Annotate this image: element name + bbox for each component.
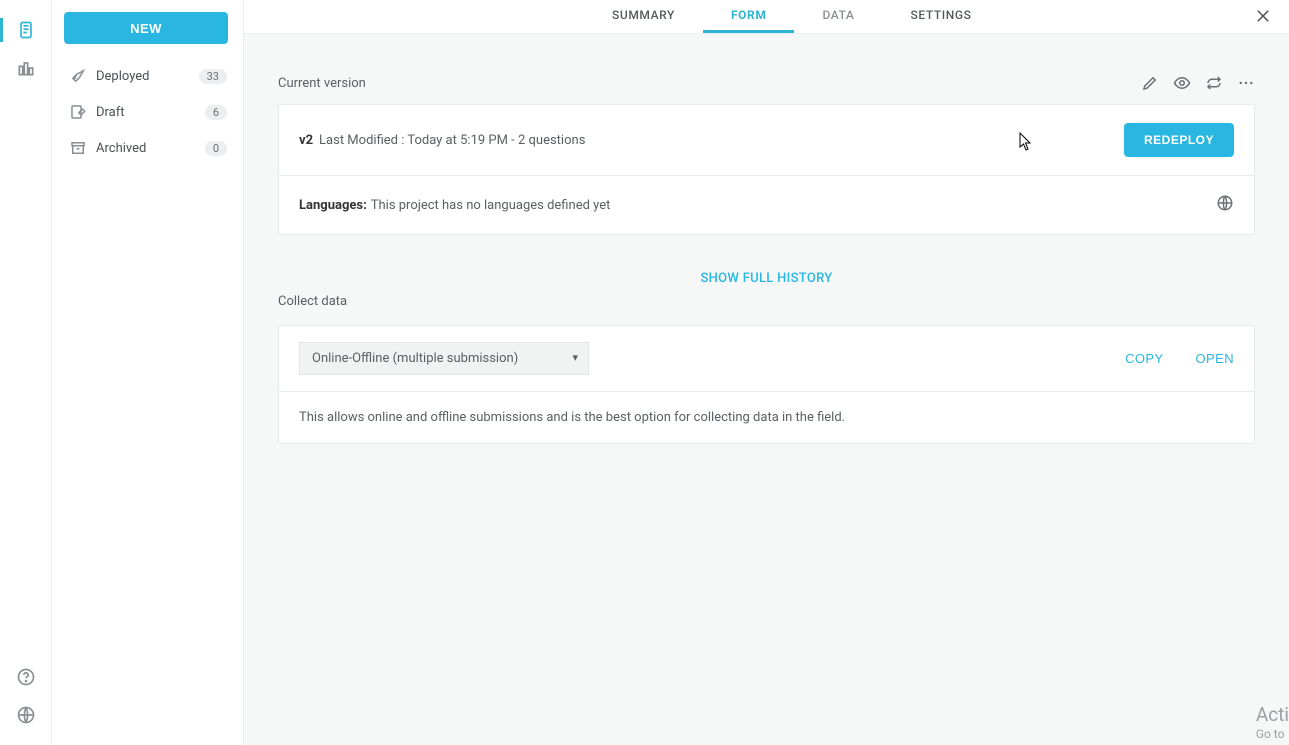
- preview-icon[interactable]: [1173, 74, 1191, 92]
- replace-icon[interactable]: [1205, 74, 1223, 92]
- collect-mode-select[interactable]: Online-Offline (multiple submission): [299, 342, 589, 375]
- languages-text: This project has no languages defined ye…: [371, 198, 611, 213]
- current-version-header: Current version: [278, 74, 1255, 92]
- deployed-label: Deployed: [96, 69, 199, 84]
- archived-icon: [68, 138, 88, 158]
- sidebar-item-archived[interactable]: Archived 0: [64, 130, 231, 166]
- version-row: v2 Last Modified : Today at 5:19 PM - 2 …: [279, 105, 1254, 176]
- deployed-icon: [68, 66, 88, 86]
- sidebar-item-deployed[interactable]: Deployed 33: [64, 58, 231, 94]
- version-actions: [1141, 74, 1255, 92]
- redeploy-button[interactable]: REDEPLOY: [1124, 123, 1234, 157]
- copy-button[interactable]: COPY: [1125, 351, 1163, 366]
- deployed-count: 33: [199, 69, 227, 84]
- edit-icon[interactable]: [1141, 74, 1159, 92]
- open-button[interactable]: OPEN: [1196, 351, 1234, 366]
- watermark-line2: Go to: [1256, 727, 1289, 741]
- archived-count: 0: [205, 141, 227, 156]
- tab-summary[interactable]: SUMMARY: [584, 0, 703, 33]
- tab-data[interactable]: DATA: [794, 0, 882, 33]
- collect-description: This allows online and offline submissio…: [279, 391, 1254, 443]
- languages-row: Languages: This project has no languages…: [279, 176, 1254, 234]
- content: Current version v2 Last Modified : T: [244, 34, 1289, 444]
- version-text: Last Modified : Today at 5:19 PM - 2 que…: [319, 133, 585, 148]
- main-content: SUMMARY FORM DATA SETTINGS Current versi…: [244, 0, 1289, 745]
- version-tag: v2: [299, 133, 313, 148]
- current-version-card: v2 Last Modified : Today at 5:19 PM - 2 …: [278, 104, 1255, 235]
- library-icon[interactable]: [14, 56, 38, 80]
- draft-icon: [68, 102, 88, 122]
- activate-windows-watermark: Acti Go to: [1256, 704, 1289, 741]
- forms-icon[interactable]: [14, 18, 38, 42]
- show-full-history-link[interactable]: SHOW FULL HISTORY: [278, 271, 1255, 286]
- languages-label: Languages:: [299, 198, 367, 213]
- draft-count: 6: [205, 105, 227, 120]
- sidebar-item-draft[interactable]: Draft 6: [64, 94, 231, 130]
- draft-label: Draft: [96, 105, 205, 120]
- more-icon[interactable]: [1237, 74, 1255, 92]
- globe-icon[interactable]: [1216, 194, 1234, 216]
- collect-row: Online-Offline (multiple submission) COP…: [279, 326, 1254, 391]
- source-icon[interactable]: [14, 707, 38, 731]
- current-version-title: Current version: [278, 76, 366, 91]
- archived-label: Archived: [96, 141, 205, 156]
- watermark-line1: Acti: [1256, 704, 1289, 727]
- collect-data-title: Collect data: [278, 294, 1255, 309]
- tab-settings[interactable]: SETTINGS: [883, 0, 1000, 33]
- tabs-bar: SUMMARY FORM DATA SETTINGS: [244, 0, 1289, 34]
- rail-active-indicator: [0, 18, 3, 42]
- tab-form[interactable]: FORM: [703, 0, 794, 33]
- close-icon[interactable]: [1253, 6, 1273, 26]
- sidebar: NEW Deployed 33 Draft 6 Archived 0: [52, 0, 244, 745]
- new-button[interactable]: NEW: [64, 12, 228, 44]
- help-icon[interactable]: [14, 669, 38, 693]
- collect-data-card: Online-Offline (multiple submission) COP…: [278, 325, 1255, 444]
- icon-rail: [0, 0, 52, 745]
